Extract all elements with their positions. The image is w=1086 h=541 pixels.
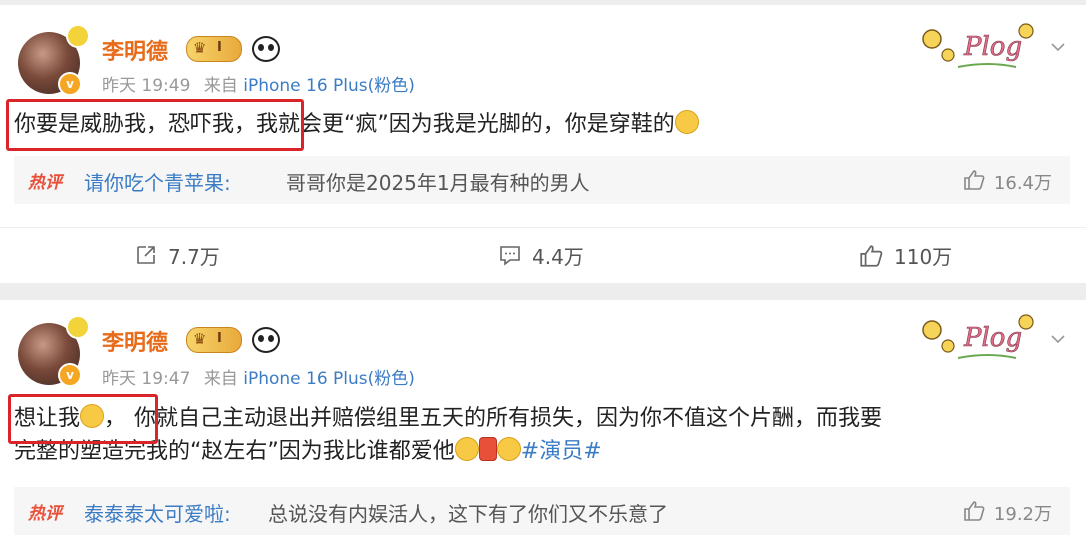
repost-button[interactable]: 7.7万 bbox=[134, 241, 220, 270]
plog-sticker: Plog bbox=[922, 23, 1034, 68]
comment-button[interactable]: 4.4万 bbox=[498, 241, 584, 270]
panda-icon bbox=[252, 36, 280, 62]
hot-comment-user[interactable]: 请你吃个青苹果: bbox=[84, 167, 231, 196]
highlight-box bbox=[6, 99, 304, 151]
divider bbox=[0, 227, 1086, 228]
comment-icon bbox=[500, 246, 520, 266]
hot-comment-badge: 热评 bbox=[28, 504, 62, 524]
hot-comment-badge: 热评 bbox=[28, 173, 62, 193]
post-meta: 昨天 19:49 来自 iPhone 16 Plus(粉色) bbox=[102, 71, 415, 96]
source-device[interactable]: iPhone 16 Plus(粉色) bbox=[243, 76, 415, 96]
grin-emoji bbox=[674, 110, 699, 134]
post-text: 想让我，你就自己主动退出并赔偿组里五天的所有损失，因为你不值这个片酬，而我要 完… bbox=[14, 404, 883, 464]
vip-crown-icon: ♛ bbox=[193, 330, 207, 348]
sweat-emoji bbox=[496, 437, 521, 461]
thumb-up-icon[interactable] bbox=[962, 499, 986, 523]
source-device[interactable]: iPhone 16 Plus(粉色) bbox=[243, 369, 415, 389]
hot-comment-text: 哥哥你是2025年1月最有种的男人 bbox=[286, 171, 590, 195]
author-name[interactable]: 李明德 bbox=[102, 325, 168, 357]
svg-text:Plog: Plog bbox=[963, 32, 1022, 62]
plog-sticker: Plog bbox=[922, 314, 1034, 359]
svg-text:Plog: Plog bbox=[963, 323, 1022, 353]
hot-comment-likes: 16.4万 bbox=[993, 173, 1052, 194]
post-meta: 昨天 19:47 来自 iPhone 16 Plus(粉色) bbox=[102, 364, 415, 389]
vip-badge[interactable]: ♛ I bbox=[186, 327, 242, 353]
verified-v-icon: v bbox=[58, 72, 82, 96]
highlight-box bbox=[8, 394, 158, 444]
avatar-pendant-icon bbox=[66, 24, 90, 48]
source-prefix: 来自 bbox=[203, 369, 238, 389]
source-prefix: 来自 bbox=[203, 76, 238, 96]
grin-emoji bbox=[454, 437, 479, 461]
hot-comment-user[interactable]: 泰泰泰太可爱啦: bbox=[84, 498, 231, 527]
avatar[interactable]: v bbox=[18, 315, 90, 387]
like-button[interactable]: 110万 bbox=[858, 241, 952, 270]
chevron-down-icon[interactable] bbox=[1050, 331, 1066, 347]
repost-icon bbox=[137, 246, 155, 264]
weibo-post-2: v 李明德 ♛ I 昨天 19:47 来自 iPhone 16 Plus(粉色)… bbox=[0, 300, 1086, 541]
like-icon bbox=[860, 245, 883, 267]
post-time: 昨天 19:47 bbox=[102, 369, 191, 389]
post-text-rest: 我就会更“疯”因为我是光脚的，你是穿鞋的 bbox=[256, 112, 675, 137]
avatar-pendant-icon bbox=[66, 315, 90, 339]
hot-comment-likes: 19.2万 bbox=[993, 504, 1052, 525]
hashtag-actor[interactable]: #演员# bbox=[521, 439, 602, 464]
hot-comment-text: 总说没有内娱活人，这下有了你们又不乐意了 bbox=[268, 502, 668, 526]
gift-emoji bbox=[478, 437, 497, 461]
weibo-post-1: v 李明德 ♛ I 昨天 19:49 来自 iPhone 16 Plus(粉色)… bbox=[0, 5, 1086, 283]
post-time: 昨天 19:49 bbox=[102, 76, 191, 96]
author-name[interactable]: 李明德 bbox=[102, 34, 168, 66]
thumb-up-icon[interactable] bbox=[962, 168, 986, 192]
action-bar: 7.7万 4.4万 110万 bbox=[0, 235, 1086, 275]
avatar[interactable]: v bbox=[18, 24, 90, 96]
panda-icon bbox=[252, 327, 280, 353]
vip-badge[interactable]: ♛ I bbox=[186, 36, 242, 62]
hot-comment[interactable]: 热评 泰泰泰太可爱啦: 总说没有内娱活人，这下有了你们又不乐意了 19.2万 bbox=[14, 487, 1070, 535]
verified-v-icon: v bbox=[58, 363, 82, 387]
post-text-line1: 你就自己主动退出并赔偿组里五天的所有损失，因为你不值这个片酬，而我要 bbox=[134, 406, 883, 431]
chevron-down-icon[interactable] bbox=[1050, 39, 1066, 55]
vip-crown-icon: ♛ bbox=[193, 39, 207, 57]
hot-comment[interactable]: 热评 请你吃个青苹果: 哥哥你是2025年1月最有种的男人 16.4万 bbox=[14, 156, 1070, 204]
